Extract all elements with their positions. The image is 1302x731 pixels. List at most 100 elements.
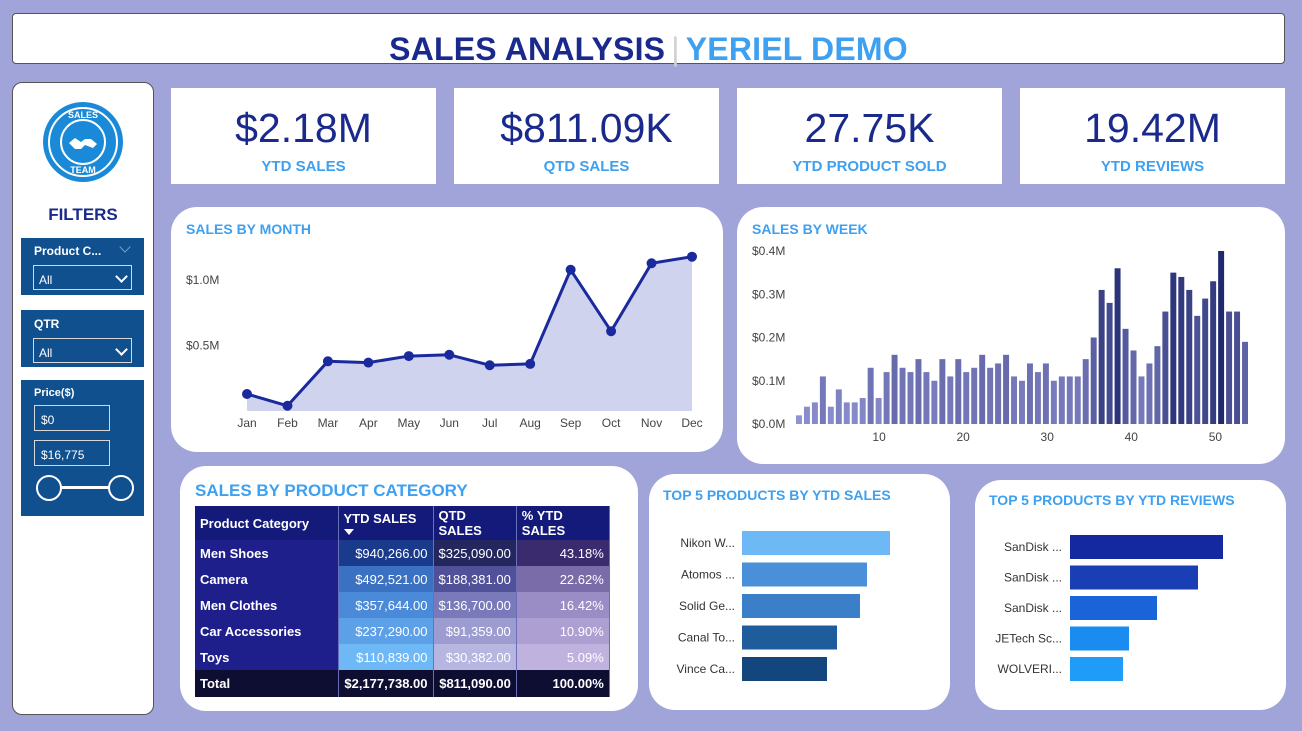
bar[interactable]: [1090, 337, 1097, 425]
top5-reviews-chart[interactable]: SanDisk ... SanDisk ... SanDisk ... JETech …: [975, 480, 1286, 710]
data-point[interactable]: [322, 356, 333, 367]
bar[interactable]: [1003, 354, 1010, 424]
bar[interactable]: [803, 406, 810, 424]
sales-by-week-chart[interactable]: 10 20 30 40 50 $0.4M $0.3M $0.2M $0.1M $0.0M: [737, 207, 1285, 464]
bar[interactable]: [931, 380, 938, 424]
data-point[interactable]: [565, 264, 576, 275]
bar[interactable]: [1242, 341, 1248, 424]
bar[interactable]: [1162, 311, 1169, 424]
bar[interactable]: [1226, 311, 1233, 424]
data-point[interactable]: [363, 357, 374, 368]
bar[interactable]: [1042, 363, 1049, 424]
bar[interactable]: [1050, 380, 1057, 424]
bar[interactable]: [947, 376, 954, 424]
product-category-dropdown[interactable]: All: [33, 265, 132, 290]
data-point[interactable]: [242, 389, 252, 399]
table-row[interactable]: Toys $110,839.00 $30,382.00 5.09%: [195, 644, 610, 670]
bar[interactable]: [987, 367, 994, 424]
bar[interactable]: [899, 367, 906, 424]
bar[interactable]: [1011, 376, 1018, 424]
bar[interactable]: [1154, 346, 1161, 424]
column-header[interactable]: QTD SALES: [433, 506, 517, 540]
bar[interactable]: [1058, 376, 1065, 424]
bar[interactable]: [1026, 363, 1033, 424]
top5-sales-chart[interactable]: Nikon W... Atomos ... Solid Ge... Canal To.…: [649, 474, 950, 710]
price-slider-max-handle[interactable]: [108, 475, 134, 501]
price-slider-min-handle[interactable]: [36, 475, 62, 501]
bar[interactable]: [1106, 302, 1113, 424]
bar[interactable]: [1186, 289, 1193, 424]
bar[interactable]: [1234, 311, 1241, 424]
bar[interactable]: [827, 406, 834, 424]
data-point[interactable]: [687, 251, 697, 262]
sales-by-month-chart[interactable]: Jan Feb Mar Apr May Jun Jul Aug Sep Oct Nov Dec $1.0…: [171, 207, 723, 452]
bar[interactable]: [939, 359, 946, 424]
bar[interactable]: [859, 398, 866, 424]
bar[interactable]: [867, 367, 874, 424]
bar[interactable]: [742, 594, 860, 618]
bar[interactable]: [1082, 359, 1089, 424]
bar[interactable]: [979, 354, 986, 424]
bar[interactable]: [1070, 657, 1123, 681]
data-point[interactable]: [525, 358, 536, 369]
bar[interactable]: [1114, 268, 1121, 424]
data-point[interactable]: [403, 351, 414, 362]
bar[interactable]: [1122, 328, 1129, 424]
bar[interactable]: [907, 372, 914, 424]
data-point[interactable]: [484, 360, 495, 371]
bar[interactable]: [1019, 380, 1025, 424]
qtr-dropdown[interactable]: All: [33, 338, 132, 363]
bar[interactable]: [875, 398, 882, 424]
slicer-collapse-icon[interactable]: [119, 241, 131, 253]
bar[interactable]: [923, 372, 930, 424]
bar[interactable]: [995, 363, 1002, 424]
bar[interactable]: [1146, 363, 1153, 424]
bar[interactable]: [742, 657, 827, 681]
bar[interactable]: [742, 625, 837, 650]
bar[interactable]: [811, 402, 818, 424]
bar[interactable]: [1202, 298, 1209, 424]
table-row[interactable]: Camera $492,521.00 $188,381.00 22.62%: [195, 566, 610, 592]
table-row[interactable]: Car Accessories $237,290.00 $91,359.00 10.9…: [195, 618, 610, 644]
bar[interactable]: [1170, 272, 1177, 424]
bar[interactable]: [1070, 565, 1198, 590]
bar[interactable]: [819, 376, 826, 424]
bar[interactable]: [1070, 535, 1223, 559]
column-header[interactable]: Product Category: [195, 506, 339, 540]
bar[interactable]: [742, 531, 890, 555]
column-header[interactable]: % YTD SALES: [516, 506, 610, 540]
bar[interactable]: [891, 354, 898, 424]
bar[interactable]: [1066, 376, 1073, 424]
bar[interactable]: [915, 359, 922, 424]
bar[interactable]: [1070, 626, 1129, 651]
table-row[interactable]: Men Shoes $940,266.00 $325,090.00 43.18%: [195, 540, 610, 566]
price-max-input[interactable]: $16,775: [34, 440, 110, 466]
data-point[interactable]: [606, 326, 617, 337]
bar[interactable]: [963, 372, 970, 424]
data-point[interactable]: [444, 349, 455, 360]
bar[interactable]: [1178, 276, 1185, 424]
top5-reviews-card: TOP 5 PRODUCTS BY YTD REVIEWS SanDisk ..…: [975, 480, 1286, 710]
bar[interactable]: [955, 359, 962, 424]
bar[interactable]: [883, 372, 890, 424]
price-min-input[interactable]: $0: [34, 405, 110, 431]
bar[interactable]: [742, 562, 867, 587]
bar[interactable]: [1098, 289, 1105, 424]
bar[interactable]: [851, 402, 858, 424]
data-point[interactable]: [646, 258, 657, 269]
bar[interactable]: [1218, 251, 1225, 424]
bar[interactable]: [796, 415, 802, 424]
bar[interactable]: [1194, 315, 1201, 424]
bar[interactable]: [1210, 281, 1217, 424]
bar[interactable]: [971, 367, 978, 424]
bar[interactable]: [843, 402, 850, 424]
bar[interactable]: [1130, 350, 1137, 424]
bar[interactable]: [1034, 372, 1041, 424]
bar[interactable]: [1074, 376, 1081, 424]
data-point[interactable]: [282, 400, 293, 411]
bar[interactable]: [1070, 596, 1157, 620]
bar[interactable]: [835, 389, 842, 424]
bar[interactable]: [1138, 376, 1145, 424]
table-row[interactable]: Men Clothes $357,644.00 $136,700.00 16.42%: [195, 592, 610, 618]
column-header[interactable]: YTD SALES: [338, 506, 434, 540]
